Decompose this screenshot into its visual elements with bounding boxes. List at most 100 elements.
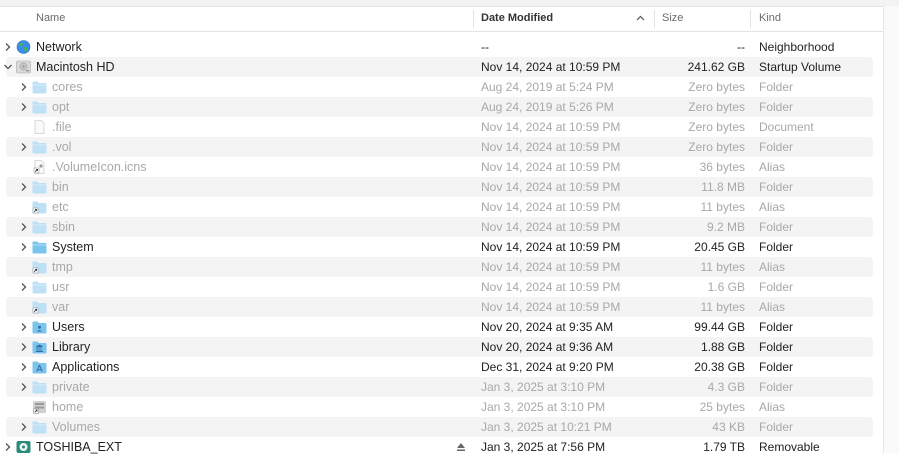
date-modified: Nov 14, 2024 at 10:59 PM [481, 140, 621, 154]
list-item[interactable]: .vol Nov 14, 2024 at 10:59 PM Zero bytes Fo… [0, 137, 883, 157]
disclosure-collapsed-chevron-icon[interactable] [19, 242, 29, 252]
disclosure-collapsed-chevron-icon[interactable] [3, 42, 13, 52]
file-name: Library [52, 340, 91, 354]
date-modified: Jan 3, 2025 at 3:10 PM [481, 400, 606, 414]
list-item[interactable]: Library Nov 20, 2024 at 9:36 AM 1.88 GB Fol… [0, 337, 883, 357]
column-divider[interactable] [654, 10, 655, 28]
file-name: .vol [52, 140, 72, 154]
file-kind: Folder [759, 220, 794, 234]
disclosure-collapsed-chevron-icon[interactable] [19, 82, 29, 92]
list-item[interactable]: Users Nov 20, 2024 at 9:35 AM 99.44 GB Fold… [0, 317, 883, 337]
file-name: .file [52, 120, 72, 134]
list-item[interactable]: opt Aug 24, 2019 at 5:26 PM Zero bytes Fold… [0, 97, 883, 117]
column-divider[interactable] [473, 10, 474, 28]
file-kind: Neighborhood [759, 40, 835, 54]
file-name: Applications [52, 360, 120, 374]
date-modified: Nov 14, 2024 at 10:59 PM [481, 160, 621, 174]
folder-icon [32, 420, 47, 434]
file-name: private [52, 380, 90, 394]
column-divider[interactable] [750, 10, 751, 28]
file-kind: Startup Volume [759, 60, 842, 74]
file-kind: Alias [759, 300, 786, 314]
alias-server-icon [32, 400, 47, 414]
network-globe-icon [16, 40, 31, 54]
disclosure-collapsed-chevron-icon[interactable] [19, 342, 29, 352]
file-name: var [52, 300, 70, 314]
list-item[interactable]: usr Nov 14, 2024 at 10:59 PM 1.6 GB Folder [0, 277, 883, 297]
file-name: opt [52, 100, 70, 114]
list-item[interactable]: tmp Nov 14, 2024 at 10:59 PM 11 bytes Alias [0, 257, 883, 277]
list-item[interactable]: bin Nov 14, 2024 at 10:59 PM 11.8 MB Folder [0, 177, 883, 197]
folder-icon [32, 80, 47, 94]
disclosure-collapsed-chevron-icon[interactable] [19, 142, 29, 152]
list-item[interactable]: etc Nov 14, 2024 at 10:59 PM 11 bytes Alias [0, 197, 883, 217]
adjacent-pane [883, 6, 899, 453]
users-folder-icon [32, 320, 47, 334]
date-modified: Nov 14, 2024 at 10:59 PM [481, 60, 621, 74]
disclosure-collapsed-chevron-icon[interactable] [19, 322, 29, 332]
eject-icon[interactable] [456, 442, 466, 452]
file-size: 36 bytes [699, 160, 745, 174]
file-name: Macintosh HD [36, 60, 115, 74]
list-item[interactable]: .file Nov 14, 2024 at 10:59 PM Zero bytes D… [0, 117, 883, 137]
file-kind: Folder [759, 320, 794, 334]
kind-column-header[interactable]: Kind [759, 7, 781, 31]
disclosure-collapsed-chevron-icon[interactable] [19, 182, 29, 192]
file-kind: Folder [759, 340, 794, 354]
folder-icon [32, 100, 47, 114]
list-item[interactable]: TOSHIBA_EXT Jan 3, 2025 at 7:56 PM 1.79 TB… [0, 437, 883, 457]
folder-icon [32, 180, 47, 194]
file-size: 11 bytes [700, 200, 745, 214]
list-item[interactable]: var Nov 14, 2024 at 10:59 PM 11 bytes Alias [0, 297, 883, 317]
alias-folder-icon [32, 260, 47, 274]
file-name: .VolumeIcon.icns [52, 160, 147, 174]
file-name: bin [52, 180, 69, 194]
folder-icon [32, 140, 47, 154]
applications-folder-icon [32, 360, 47, 374]
file-kind: Folder [759, 80, 794, 94]
date-modified: Nov 14, 2024 at 10:59 PM [481, 240, 621, 254]
list-item[interactable]: Macintosh HD Nov 14, 2024 at 10:59 PM 241.… [0, 57, 883, 77]
disclosure-collapsed-chevron-icon[interactable] [19, 382, 29, 392]
list-item[interactable]: home Jan 3, 2025 at 3:10 PM 25 bytes Alias [0, 397, 883, 417]
disclosure-collapsed-chevron-icon[interactable] [19, 102, 29, 112]
disclosure-collapsed-chevron-icon[interactable] [19, 422, 29, 432]
disclosure-collapsed-chevron-icon[interactable] [3, 442, 13, 452]
list-item[interactable]: sbin Nov 14, 2024 at 10:59 PM 9.2 MB Folder [0, 217, 883, 237]
file-kind: Folder [759, 140, 794, 154]
file-size: Zero bytes [688, 100, 745, 114]
file-size: 20.45 GB [694, 240, 745, 254]
date-modified: Nov 20, 2024 at 9:35 AM [481, 320, 614, 334]
file-size: 9.2 MB [706, 220, 745, 234]
alias-folder-icon [32, 300, 47, 314]
list-item[interactable]: Volumes Jan 3, 2025 at 10:21 PM 43 KB Folde… [0, 417, 883, 437]
disclosure-expanded-chevron-icon[interactable] [3, 62, 13, 72]
size-column-header[interactable]: Size [662, 7, 683, 31]
disclosure-collapsed-chevron-icon[interactable] [19, 222, 29, 232]
file-kind: Alias [759, 160, 786, 174]
file-size: 1.6 GB [707, 280, 745, 294]
list-item[interactable]: System Nov 14, 2024 at 10:59 PM 20.45 GB Fo… [0, 237, 883, 257]
file-name: sbin [52, 220, 75, 234]
date-modified: Nov 20, 2024 at 9:36 AM [481, 340, 614, 354]
date-modified: Nov 14, 2024 at 10:59 PM [481, 280, 621, 294]
file-size: 11 bytes [700, 260, 745, 274]
list-item[interactable]: cores Aug 24, 2019 at 5:24 PM Zero bytes Fo… [0, 77, 883, 97]
file-name: Network [36, 40, 82, 54]
file-name: cores [52, 80, 83, 94]
date-modified: Jan 3, 2025 at 7:56 PM [481, 440, 606, 454]
disclosure-collapsed-chevron-icon[interactable] [19, 362, 29, 372]
file-size: 25 bytes [699, 400, 745, 414]
disclosure-collapsed-chevron-icon[interactable] [19, 282, 29, 292]
sort-ascending-chevron-icon[interactable] [636, 15, 645, 21]
file-size: Zero bytes [688, 140, 745, 154]
list-item[interactable]: .VolumeIcon.icns Nov 14, 2024 at 10:59 PM… [0, 157, 883, 177]
file-size: 11 bytes [700, 300, 745, 314]
file-name: etc [52, 200, 69, 214]
date-modified-column-header[interactable]: Date Modified [481, 7, 553, 31]
list-item[interactable]: Network -- -- Neighborhood [0, 37, 883, 57]
file-name: Volumes [52, 420, 100, 434]
list-item[interactable]: Applications Dec 31, 2024 at 9:20 PM 20.38… [0, 357, 883, 377]
list-item[interactable]: private Jan 3, 2025 at 3:10 PM 4.3 GB Folde… [0, 377, 883, 397]
name-column-header[interactable]: Name [36, 7, 65, 31]
